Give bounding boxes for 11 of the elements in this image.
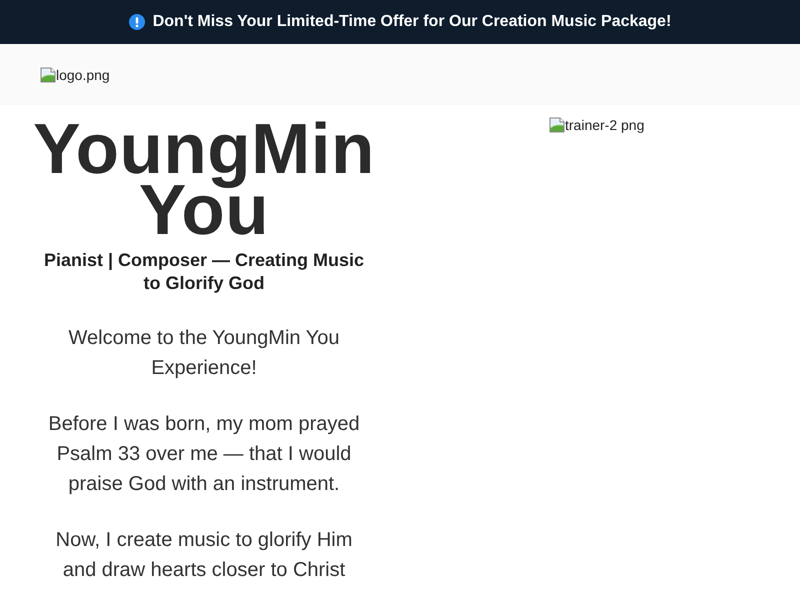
intro-paragraph: Welcome to the YoungMin You Experience! <box>68 326 340 381</box>
exclamation-circle-icon <box>128 14 145 30</box>
logo-alt-text: logo.png <box>56 66 110 82</box>
announcement-text: Don't Miss Your Limited-Time Offer for Our Creation Music Package! <box>152 12 672 32</box>
broken-image-icon <box>40 66 56 82</box>
intro-paragraph: Before I was born, my mom prayed Psalm 33 over me — that I would praise God with an instrument. <box>47 412 361 497</box>
hero-title: YoungMin You <box>32 119 376 241</box>
image-alt-text: trainer-2 png <box>565 117 644 133</box>
hero-subtitle: Pianist | Composer — Creating Music to Glorify God <box>42 249 366 295</box>
intro-paragraph: Now, I create music to glorify Him and draw hearts closer to Christ <box>54 528 354 583</box>
broken-image-icon <box>549 117 565 133</box>
